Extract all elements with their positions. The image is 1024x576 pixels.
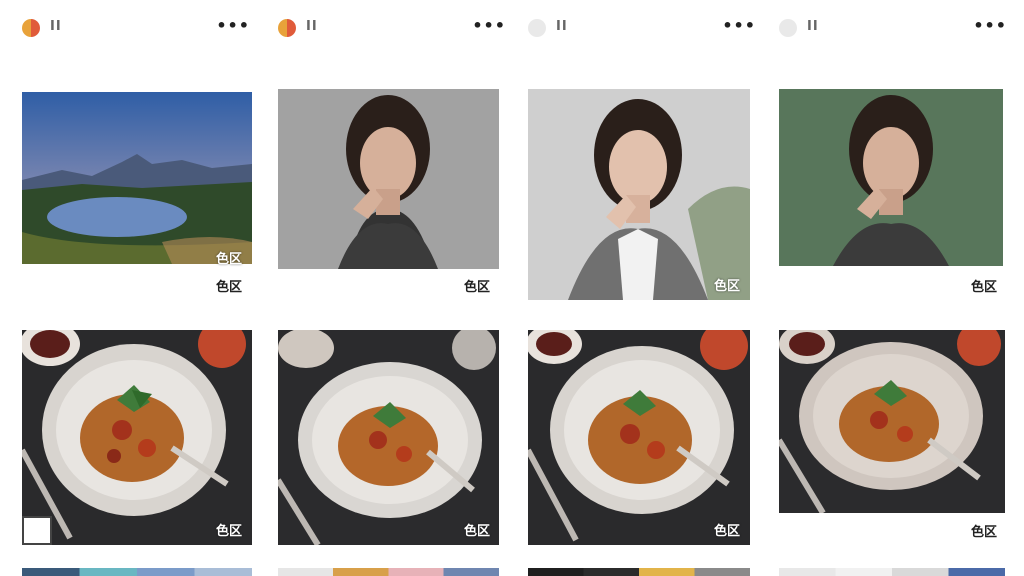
badge-label: 色区 — [464, 524, 491, 539]
column-4: ΙΙ ••• 色区 色区 — [776, 0, 1011, 576]
header-label: ΙΙ — [556, 19, 568, 34]
food-image[interactable]: 色区 — [525, 322, 750, 545]
portrait-image[interactable]: 色区 — [528, 89, 750, 300]
food-image[interactable] — [776, 322, 1005, 515]
badge-label: 色区 — [216, 252, 243, 267]
portrait-image[interactable] — [278, 89, 499, 269]
badge-label: 色区 — [714, 279, 741, 294]
next-row-strip — [22, 568, 252, 576]
column-header: ΙΙ ••• — [278, 16, 510, 40]
column-header: ΙΙ ••• — [22, 16, 254, 40]
more-options-icon[interactable]: ••• — [722, 16, 756, 35]
thumbnail-icon[interactable] — [22, 516, 52, 545]
badge-label: 色区 — [971, 280, 998, 295]
badge-label: 色区 — [216, 524, 243, 539]
badge-label: 色区 — [714, 524, 741, 539]
landscape-image[interactable]: 色区 — [22, 92, 252, 267]
portrait-image[interactable] — [779, 89, 1003, 266]
column-2: ΙΙ ••• 色区 色区 — [275, 0, 510, 576]
color-dot-icon[interactable] — [779, 19, 797, 37]
column-3: ΙΙ ••• 色区 色区 — [525, 0, 760, 576]
more-options-icon[interactable]: ••• — [216, 16, 250, 35]
next-row-strip — [278, 568, 499, 576]
header-label: ΙΙ — [306, 19, 318, 34]
more-options-icon[interactable]: ••• — [472, 16, 506, 35]
column-header: ΙΙ ••• — [779, 16, 1011, 40]
color-dot-icon[interactable] — [22, 19, 40, 37]
food-image[interactable]: 色区 — [275, 326, 499, 547]
more-options-icon[interactable]: ••• — [973, 16, 1007, 35]
color-dot-icon[interactable] — [528, 19, 546, 37]
badge-label: 色区 — [971, 525, 998, 540]
next-row-strip — [528, 568, 750, 576]
column-header: ΙΙ ••• — [528, 16, 760, 40]
badge-label: 色区 — [216, 280, 243, 295]
header-label: ΙΙ — [807, 19, 819, 34]
badge-label: 色区 — [464, 280, 491, 295]
header-label: ΙΙ — [50, 19, 62, 34]
color-dot-icon[interactable] — [278, 19, 296, 37]
next-row-strip — [779, 568, 1005, 576]
food-image[interactable]: 色区 — [19, 320, 252, 545]
column-1: ΙΙ ••• 色区 色区 色区 — [19, 0, 254, 576]
